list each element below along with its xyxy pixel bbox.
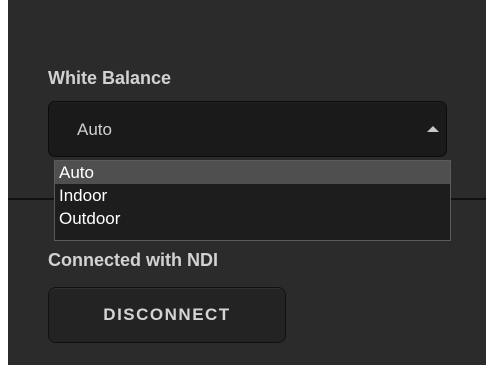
disconnect-button[interactable]: DISCONNECT — [48, 287, 286, 343]
white-balance-selected-value: Auto — [77, 120, 112, 139]
caret-up-icon — [427, 126, 439, 132]
white-balance-label: White Balance — [48, 68, 172, 88]
option-auto[interactable]: Auto — [55, 161, 450, 184]
option-outdoor[interactable]: Outdoor — [55, 207, 450, 230]
white-balance-select[interactable]: Auto — [48, 101, 447, 157]
settings-panel: White Balance Auto Auto Indoor Outdoor C… — [8, 0, 486, 365]
option-indoor[interactable]: Indoor — [55, 184, 450, 207]
connection-status-text: Connected with NDI — [48, 250, 218, 270]
white-balance-dropdown-list: Auto Indoor Outdoor — [54, 160, 451, 241]
